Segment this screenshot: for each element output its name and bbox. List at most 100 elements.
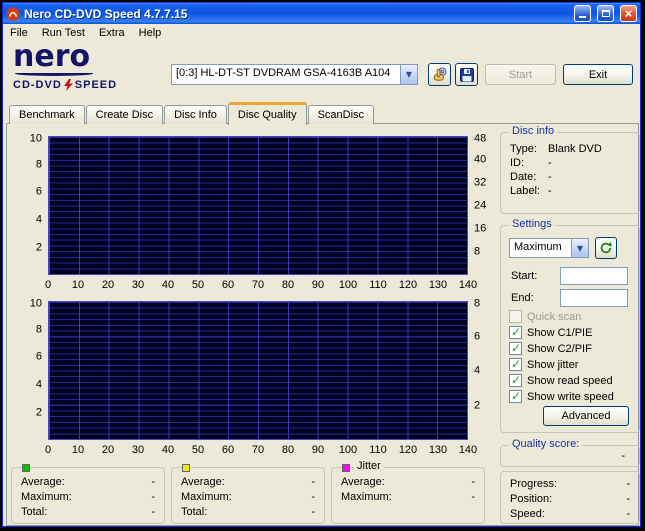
nero-logo: nero CD-DVD SPEED <box>13 42 165 91</box>
tick-label: 8 <box>474 245 481 258</box>
x-tick-label: 60 <box>221 279 235 291</box>
info-value: - <box>548 185 552 197</box>
stat-label: Maximum: <box>341 491 392 503</box>
x-tick-label: 70 <box>251 444 265 456</box>
menu-item-help[interactable]: Help <box>132 25 169 41</box>
status-value: - <box>626 478 630 490</box>
quick-scan-checkbox <box>509 310 522 323</box>
x-tick-label: 30 <box>131 279 145 291</box>
settings-group: Settings Maximum Start: End: Quick scan … <box>500 218 640 433</box>
tab-disc-info[interactable]: Disc Info <box>164 105 227 124</box>
tick-label: 40 <box>474 153 487 166</box>
info-label: Date: <box>510 171 537 183</box>
start-button[interactable]: Start <box>485 64 556 85</box>
x-tick-label: 110 <box>369 444 387 456</box>
start-field[interactable] <box>560 267 628 285</box>
app-icon <box>6 7 20 21</box>
tab-disc-quality[interactable]: Disc Quality <box>227 102 307 125</box>
close-button[interactable] <box>620 5 637 22</box>
tick-label: 16 <box>474 222 487 235</box>
menu-item-extra[interactable]: Extra <box>92 25 132 41</box>
show-write-speed-checkbox[interactable] <box>509 389 522 403</box>
checkbox-label: Show C2/PIF <box>527 342 592 355</box>
checkbox-label: Show C1/PIE <box>527 326 593 339</box>
tick-label: 32 <box>474 176 487 189</box>
tab-scandisc[interactable]: ScanDisc <box>307 105 375 124</box>
tab-create-disc[interactable]: Create Disc <box>85 105 164 124</box>
exit-button[interactable]: Exit <box>563 64 633 85</box>
c1-pie-stats-group: Average: - Maximum: - Total: - <box>11 464 165 524</box>
stat-label: Maximum: <box>21 491 72 503</box>
info-label: ID: <box>510 157 525 169</box>
tick-label: 2 <box>35 241 42 254</box>
show-c1-pie-checkbox[interactable] <box>509 325 522 339</box>
status-label: Progress: <box>510 478 558 490</box>
x-tick-label: 120 <box>398 279 418 291</box>
stat-label: Average: <box>21 476 65 488</box>
jitter-stats-group: Jitter Average: - Maximum: - <box>331 460 485 524</box>
x-tick-label: 140 <box>458 279 478 291</box>
tab-benchmark[interactable]: Benchmark <box>9 105 85 124</box>
stat-value: - <box>471 491 475 503</box>
logo-subtitle-speed: SPEED <box>74 79 118 91</box>
quick-scan-label: Quick scan <box>527 310 582 323</box>
hand-disc-icon <box>432 67 447 82</box>
advanced-button[interactable]: Advanced <box>543 406 629 426</box>
end-field-label: End: <box>511 292 534 304</box>
end-field[interactable] <box>560 289 628 307</box>
menubar: File Run Test Extra Help <box>3 24 640 42</box>
minimize-icon <box>579 9 586 18</box>
app-window: Nero CD-DVD Speed 4.7.7.15 File Run Test… <box>2 2 641 527</box>
show-c2-pif-checkbox[interactable] <box>509 341 522 355</box>
x-tick-label: 130 <box>428 279 448 291</box>
x-tick-label: 50 <box>191 279 205 291</box>
quick-scan-row: Quick scan <box>509 310 581 323</box>
x-tick-label: 20 <box>101 444 115 456</box>
x-tick-label: 120 <box>398 444 418 456</box>
eject-button[interactable] <box>428 63 451 86</box>
chevron-down-icon[interactable] <box>400 65 417 84</box>
show-jitter-checkbox[interactable] <box>509 357 522 371</box>
chart-top-left-axis: 10 8 6 4 2 <box>13 133 44 275</box>
lightning-bolt-icon <box>63 79 73 91</box>
tick-label: 24 <box>474 199 487 212</box>
chevron-down-icon[interactable] <box>571 239 588 257</box>
x-tick-label: 90 <box>311 279 325 291</box>
close-icon <box>625 7 633 21</box>
x-tick-label: 10 <box>71 444 85 456</box>
status-value: - <box>626 508 630 520</box>
tick-label: 6 <box>474 330 481 343</box>
chart-bottom-x-axis: 0 10 20 30 40 50 60 70 80 90 100 110 120… <box>34 444 482 456</box>
x-tick-label: 100 <box>338 444 358 456</box>
refresh-icon <box>599 241 613 255</box>
speed-select[interactable]: Maximum <box>509 238 589 258</box>
checkbox-label: Show write speed <box>527 390 614 403</box>
maximize-button[interactable] <box>597 5 614 22</box>
quality-score-value: - <box>621 450 625 462</box>
checkbox-label: Show jitter <box>527 358 579 371</box>
x-tick-label: 100 <box>338 279 358 291</box>
tick-label: 8 <box>35 323 42 336</box>
save-button[interactable] <box>455 63 478 86</box>
status-value: - <box>626 493 630 505</box>
chart-top: 10 8 6 4 2 48 40 32 24 16 8 0 10 20 30 4… <box>13 133 491 296</box>
stat-value: - <box>311 506 315 518</box>
start-field-label: Start: <box>511 270 538 282</box>
info-value: - <box>548 171 552 183</box>
x-tick-label: 110 <box>369 279 387 291</box>
quality-score-group: Quality score: - <box>500 438 640 467</box>
x-tick-label: 80 <box>281 444 295 456</box>
show-read-speed-checkbox[interactable] <box>509 373 522 387</box>
stat-value: - <box>151 506 155 518</box>
chart-top-plot-area <box>48 136 468 275</box>
info-label: Type: <box>510 143 537 155</box>
drive-select-value: [0:3] HL-DT-ST DVDRAM GSA-4163B A104 <box>176 67 391 79</box>
x-tick-label: 140 <box>458 444 478 456</box>
drive-select[interactable]: [0:3] HL-DT-ST DVDRAM GSA-4163B A104 <box>171 64 418 85</box>
refresh-button[interactable] <box>595 237 617 259</box>
stat-label: Maximum: <box>181 491 232 503</box>
x-tick-label: 130 <box>428 444 448 456</box>
tick-label: 10 <box>29 297 42 310</box>
minimize-button[interactable] <box>574 5 591 22</box>
chart-top-x-axis: 0 10 20 30 40 50 60 70 80 90 100 110 120… <box>34 279 482 291</box>
